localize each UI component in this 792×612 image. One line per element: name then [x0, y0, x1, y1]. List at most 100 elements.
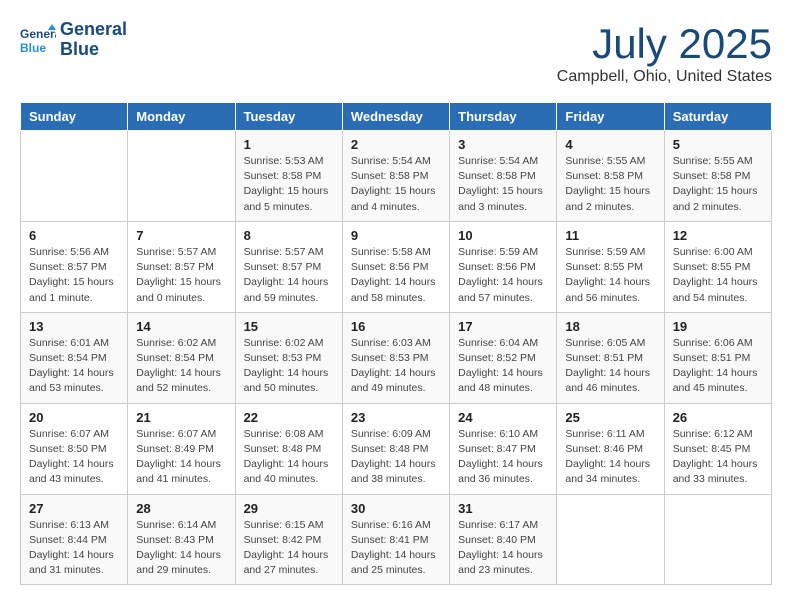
calendar-cell: 16Sunrise: 6:03 AM Sunset: 8:53 PM Dayli… — [342, 312, 449, 403]
calendar-cell: 8Sunrise: 5:57 AM Sunset: 8:57 PM Daylig… — [235, 221, 342, 312]
calendar-cell: 28 Sunrise: 6:14 AM Sunset: 8:43 PM Dayli… — [128, 494, 235, 585]
weekday-header: Monday — [128, 103, 235, 131]
day-detail: Sunrise: 6:02 AM Sunset: 8:53 PM Dayligh… — [244, 336, 334, 397]
day-detail: Sunrise: 5:54 AM Sunset: 8:58 PM Dayligh… — [458, 154, 548, 215]
day-number: 17 — [458, 319, 548, 334]
calendar-header: SundayMondayTuesdayWednesdayThursdayFrid… — [21, 103, 772, 131]
logo-icon: General Blue — [20, 22, 56, 58]
day-detail: Sunrise: 6:15 AM Sunset: 8:42 PM Dayligh… — [244, 518, 334, 579]
page-subtitle: Campbell, Ohio, United States — [557, 68, 772, 86]
day-detail: Sunrise: 6:04 AM Sunset: 8:52 PM Dayligh… — [458, 336, 548, 397]
day-number: 22 — [244, 410, 334, 425]
day-detail: Sunrise: 6:12 AM Sunset: 8:45 PM Dayligh… — [673, 427, 763, 488]
calendar-cell: 3 Sunrise: 5:54 AM Sunset: 8:58 PM Daylig… — [450, 131, 557, 222]
calendar-cell: 25 Sunrise: 6:11 AM Sunset: 8:46 PM Dayli… — [557, 403, 664, 494]
page-header: General Blue General Blue July 2025 Camp… — [20, 20, 772, 86]
day-detail: Sunrise: 5:57 AM Sunset: 8:57 PM Dayligh… — [244, 245, 334, 306]
calendar-cell: 30 Sunrise: 6:16 AM Sunset: 8:41 PM Dayli… — [342, 494, 449, 585]
day-number: 4 — [565, 137, 655, 152]
day-detail: Sunrise: 6:11 AM Sunset: 8:46 PM Dayligh… — [565, 427, 655, 488]
calendar-cell — [664, 494, 771, 585]
day-number: 31 — [458, 501, 548, 516]
calendar-cell: 29Sunrise: 6:15 AM Sunset: 8:42 PM Dayli… — [235, 494, 342, 585]
calendar-cell: 9 Sunrise: 5:58 AM Sunset: 8:56 PM Daylig… — [342, 221, 449, 312]
calendar-cell — [21, 131, 128, 222]
calendar-cell: 31Sunrise: 6:17 AM Sunset: 8:40 PM Dayli… — [450, 494, 557, 585]
calendar-cell: 4Sunrise: 5:55 AM Sunset: 8:58 PM Daylig… — [557, 131, 664, 222]
calendar-cell — [557, 494, 664, 585]
calendar-cell: 13 Sunrise: 6:01 AM Sunset: 8:54 PM Dayli… — [21, 312, 128, 403]
day-detail: Sunrise: 6:03 AM Sunset: 8:53 PM Dayligh… — [351, 336, 441, 397]
day-detail: Sunrise: 6:07 AM Sunset: 8:50 PM Dayligh… — [29, 427, 119, 488]
day-number: 11 — [565, 228, 655, 243]
day-detail: Sunrise: 6:06 AM Sunset: 8:51 PM Dayligh… — [673, 336, 763, 397]
calendar-week: 6 Sunrise: 5:56 AM Sunset: 8:57 PM Daylig… — [21, 221, 772, 312]
calendar-table: SundayMondayTuesdayWednesdayThursdayFrid… — [20, 102, 772, 585]
calendar-cell: 19Sunrise: 6:06 AM Sunset: 8:51 PM Dayli… — [664, 312, 771, 403]
day-number: 24 — [458, 410, 548, 425]
day-number: 6 — [29, 228, 119, 243]
calendar-cell: 26Sunrise: 6:12 AM Sunset: 8:45 PM Dayli… — [664, 403, 771, 494]
day-number: 25 — [565, 410, 655, 425]
calendar-week: 27Sunrise: 6:13 AM Sunset: 8:44 PM Dayli… — [21, 494, 772, 585]
calendar-cell: 15 Sunrise: 6:02 AM Sunset: 8:53 PM Dayli… — [235, 312, 342, 403]
calendar-cell: 6 Sunrise: 5:56 AM Sunset: 8:57 PM Daylig… — [21, 221, 128, 312]
calendar-cell: 24 Sunrise: 6:10 AM Sunset: 8:47 PM Dayli… — [450, 403, 557, 494]
calendar-cell: 7Sunrise: 5:57 AM Sunset: 8:57 PM Daylig… — [128, 221, 235, 312]
calendar-week: 1 Sunrise: 5:53 AM Sunset: 8:58 PM Daylig… — [21, 131, 772, 222]
title-block: July 2025 Campbell, Ohio, United States — [557, 20, 772, 86]
calendar-cell: 2 Sunrise: 5:54 AM Sunset: 8:58 PM Daylig… — [342, 131, 449, 222]
calendar-cell: 21 Sunrise: 6:07 AM Sunset: 8:49 PM Dayli… — [128, 403, 235, 494]
calendar-cell: 12Sunrise: 6:00 AM Sunset: 8:55 PM Dayli… — [664, 221, 771, 312]
day-number: 14 — [136, 319, 226, 334]
calendar-week: 13 Sunrise: 6:01 AM Sunset: 8:54 PM Dayli… — [21, 312, 772, 403]
day-number: 28 — [136, 501, 226, 516]
day-detail: Sunrise: 6:02 AM Sunset: 8:54 PM Dayligh… — [136, 336, 226, 397]
day-number: 10 — [458, 228, 548, 243]
calendar-cell: 10Sunrise: 5:59 AM Sunset: 8:56 PM Dayli… — [450, 221, 557, 312]
day-number: 15 — [244, 319, 334, 334]
day-detail: Sunrise: 5:56 AM Sunset: 8:57 PM Dayligh… — [29, 245, 119, 306]
day-number: 21 — [136, 410, 226, 425]
day-detail: Sunrise: 5:53 AM Sunset: 8:58 PM Dayligh… — [244, 154, 334, 215]
calendar-cell: 14 Sunrise: 6:02 AM Sunset: 8:54 PM Dayli… — [128, 312, 235, 403]
weekday-header: Thursday — [450, 103, 557, 131]
calendar-cell: 20Sunrise: 6:07 AM Sunset: 8:50 PM Dayli… — [21, 403, 128, 494]
day-detail: Sunrise: 6:07 AM Sunset: 8:49 PM Dayligh… — [136, 427, 226, 488]
day-detail: Sunrise: 5:54 AM Sunset: 8:58 PM Dayligh… — [351, 154, 441, 215]
day-number: 18 — [565, 319, 655, 334]
calendar-week: 20Sunrise: 6:07 AM Sunset: 8:50 PM Dayli… — [21, 403, 772, 494]
day-number: 3 — [458, 137, 548, 152]
day-number: 23 — [351, 410, 441, 425]
weekday-header: Tuesday — [235, 103, 342, 131]
calendar-cell: 23 Sunrise: 6:09 AM Sunset: 8:48 PM Dayli… — [342, 403, 449, 494]
day-detail: Sunrise: 6:10 AM Sunset: 8:47 PM Dayligh… — [458, 427, 548, 488]
weekday-header: Wednesday — [342, 103, 449, 131]
day-number: 5 — [673, 137, 763, 152]
day-number: 2 — [351, 137, 441, 152]
calendar-cell: 17 Sunrise: 6:04 AM Sunset: 8:52 PM Dayli… — [450, 312, 557, 403]
day-detail: Sunrise: 6:16 AM Sunset: 8:41 PM Dayligh… — [351, 518, 441, 579]
day-detail: Sunrise: 5:58 AM Sunset: 8:56 PM Dayligh… — [351, 245, 441, 306]
weekday-header: Friday — [557, 103, 664, 131]
weekday-header: Saturday — [664, 103, 771, 131]
calendar-cell: 18Sunrise: 6:05 AM Sunset: 8:51 PM Dayli… — [557, 312, 664, 403]
day-number: 30 — [351, 501, 441, 516]
day-number: 9 — [351, 228, 441, 243]
calendar-cell: 22 Sunrise: 6:08 AM Sunset: 8:48 PM Dayli… — [235, 403, 342, 494]
day-number: 1 — [244, 137, 334, 152]
day-detail: Sunrise: 6:08 AM Sunset: 8:48 PM Dayligh… — [244, 427, 334, 488]
svg-text:Blue: Blue — [20, 41, 46, 55]
calendar-cell: 5Sunrise: 5:55 AM Sunset: 8:58 PM Daylig… — [664, 131, 771, 222]
calendar-cell — [128, 131, 235, 222]
page-title: July 2025 — [557, 20, 772, 68]
day-detail: Sunrise: 5:57 AM Sunset: 8:57 PM Dayligh… — [136, 245, 226, 306]
day-detail: Sunrise: 6:01 AM Sunset: 8:54 PM Dayligh… — [29, 336, 119, 397]
day-number: 13 — [29, 319, 119, 334]
weekday-header: Sunday — [21, 103, 128, 131]
day-detail: Sunrise: 6:13 AM Sunset: 8:44 PM Dayligh… — [29, 518, 119, 579]
calendar-cell: 27Sunrise: 6:13 AM Sunset: 8:44 PM Dayli… — [21, 494, 128, 585]
day-detail: Sunrise: 6:09 AM Sunset: 8:48 PM Dayligh… — [351, 427, 441, 488]
day-detail: Sunrise: 6:14 AM Sunset: 8:43 PM Dayligh… — [136, 518, 226, 579]
day-detail: Sunrise: 6:00 AM Sunset: 8:55 PM Dayligh… — [673, 245, 763, 306]
